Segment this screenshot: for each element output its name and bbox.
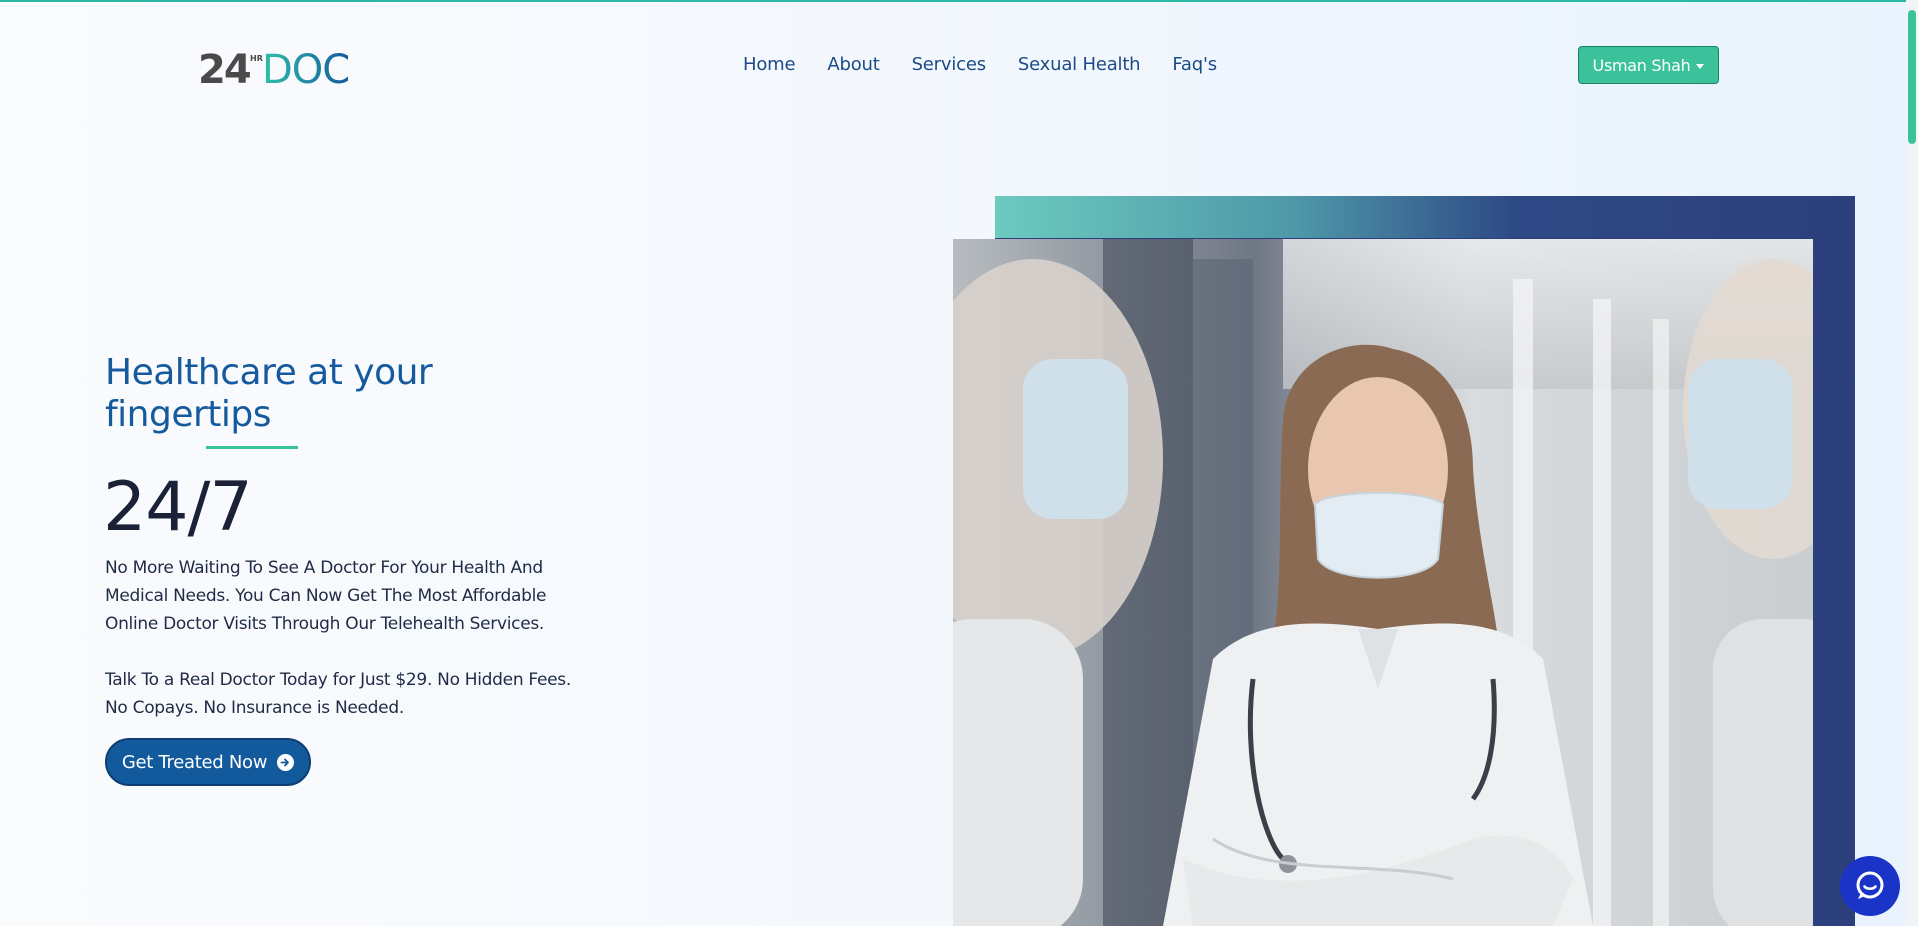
nav-about[interactable]: About bbox=[827, 52, 879, 78]
get-treated-now-button[interactable]: Get Treated Now bbox=[105, 738, 311, 786]
arrow-right-circle-icon bbox=[277, 753, 295, 771]
hero-title-line-1: Healthcare at your bbox=[105, 352, 433, 393]
title-underline bbox=[206, 446, 298, 449]
site-logo[interactable]: 24 HR DOC bbox=[198, 43, 358, 93]
user-name: Usman Shah bbox=[1592, 55, 1691, 75]
logo-hr: HR bbox=[250, 54, 263, 63]
logo-24: 24 bbox=[198, 47, 250, 93]
top-accent-line bbox=[0, 0, 1918, 2]
hero-paragraph-1-line-1: No More Waiting To See A Doctor For Your… bbox=[105, 558, 543, 578]
cta-label: Get Treated Now bbox=[121, 751, 268, 773]
hero-paragraph-1: No More Waiting To See A Doctor For Your… bbox=[105, 554, 625, 638]
hero-title-line-2: fingertips bbox=[105, 394, 272, 435]
hero-big-text: 24/7 bbox=[103, 468, 253, 547]
page-scrollbar[interactable] bbox=[1906, 0, 1918, 926]
hero-paragraph-2: Talk To a Real Doctor Today for Just $29… bbox=[105, 666, 625, 722]
hero-title: Healthcare at your fingertips bbox=[105, 352, 525, 436]
nav-sexual-health[interactable]: Sexual Health bbox=[1018, 52, 1141, 78]
hero-doctor-photo bbox=[953, 239, 1813, 926]
hero-paragraph-1-line-3: Online Doctor Visits Through Our Telehea… bbox=[105, 614, 545, 634]
logo-doc: DOC bbox=[262, 47, 349, 93]
nav-services[interactable]: Services bbox=[912, 52, 987, 78]
nav-home[interactable]: Home bbox=[743, 52, 796, 78]
hero-paragraph-2-line-2: No Copays. No Insurance is Needed. bbox=[105, 698, 404, 718]
nav-faqs[interactable]: Faq's bbox=[1172, 52, 1217, 78]
user-menu-button[interactable]: Usman Shah bbox=[1578, 46, 1719, 84]
hero-paragraph-1-line-2: Medical Needs. You Can Now Get The Most … bbox=[105, 586, 547, 606]
chat-bubble-icon[interactable] bbox=[1840, 856, 1900, 916]
caret-down-icon bbox=[1696, 63, 1705, 69]
main-nav: Home About Services Sexual Health Faq's bbox=[743, 52, 1249, 78]
hero-paragraph-2-line-1: Talk To a Real Doctor Today for Just $29… bbox=[105, 670, 571, 690]
scrollbar-thumb[interactable] bbox=[1908, 10, 1916, 144]
